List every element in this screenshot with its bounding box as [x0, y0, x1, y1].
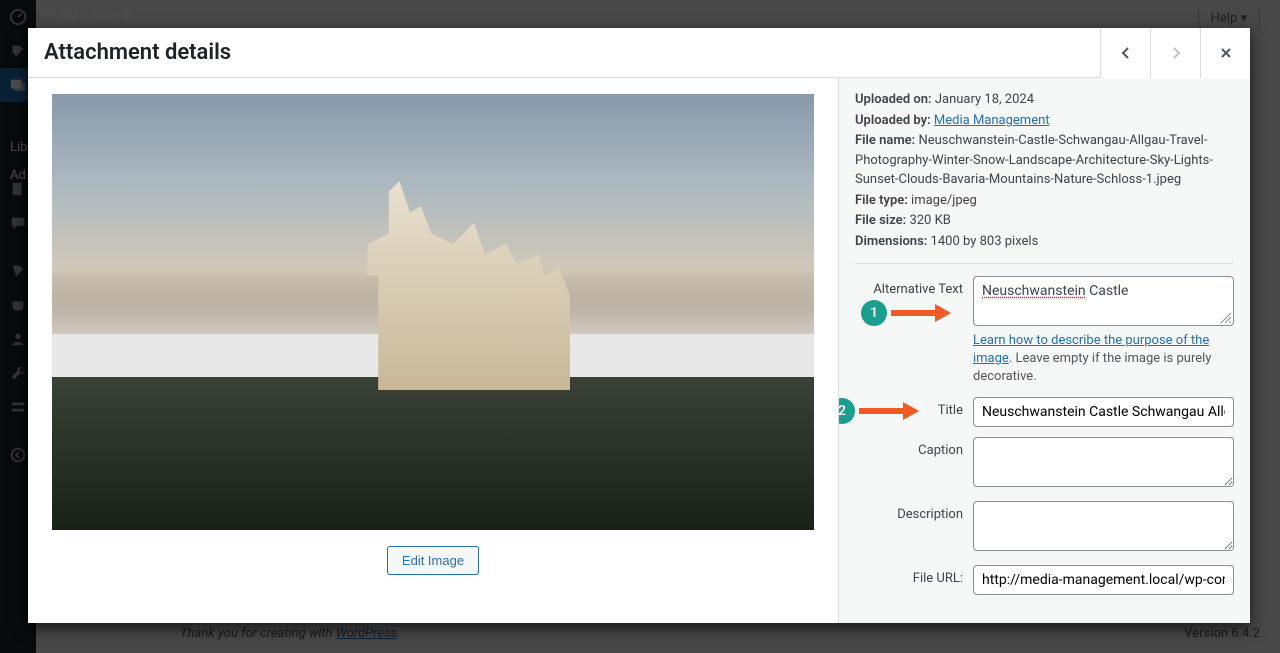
caption-label: Caption — [855, 437, 973, 458]
close-modal-button[interactable] — [1200, 28, 1250, 78]
dimensions-value: 1400 by 803 pixels — [931, 234, 1039, 249]
alt-text-help: Learn how to describe the purpose of the… — [973, 332, 1234, 387]
modal-title: Attachment details — [44, 40, 1100, 65]
alt-text-input[interactable]: Neuschwanstein Castle — [973, 276, 1234, 326]
file-type-value: image/jpeg — [911, 193, 977, 208]
file-size-value: 320 KB — [909, 213, 950, 228]
media-preview-panel: Edit Image — [28, 78, 838, 623]
description-label: Description — [855, 501, 973, 522]
next-attachment-button[interactable] — [1150, 28, 1200, 78]
caption-input[interactable] — [973, 437, 1234, 487]
alt-text-label: Alternative Text — [855, 276, 973, 297]
modal-header: Attachment details — [28, 28, 1250, 78]
attachment-info-sidebar: Uploaded on: January 18, 2024 Uploaded b… — [838, 78, 1250, 623]
edit-image-button[interactable]: Edit Image — [387, 546, 479, 575]
attachment-details-modal: Attachment details Edit Image Uploaded — [28, 28, 1250, 623]
uploaded-by-link[interactable]: Media Management — [934, 113, 1050, 128]
file-url-input[interactable] — [973, 565, 1234, 595]
title-label: Title — [855, 397, 973, 418]
attachment-image — [52, 94, 814, 530]
prev-attachment-button[interactable] — [1100, 28, 1150, 78]
description-input[interactable] — [973, 501, 1234, 551]
title-input[interactable] — [973, 397, 1234, 427]
file-url-label: File URL: — [855, 565, 973, 586]
uploaded-on-value: January 18, 2024 — [935, 92, 1034, 107]
annotation-badge-2: 2 — [838, 398, 855, 424]
